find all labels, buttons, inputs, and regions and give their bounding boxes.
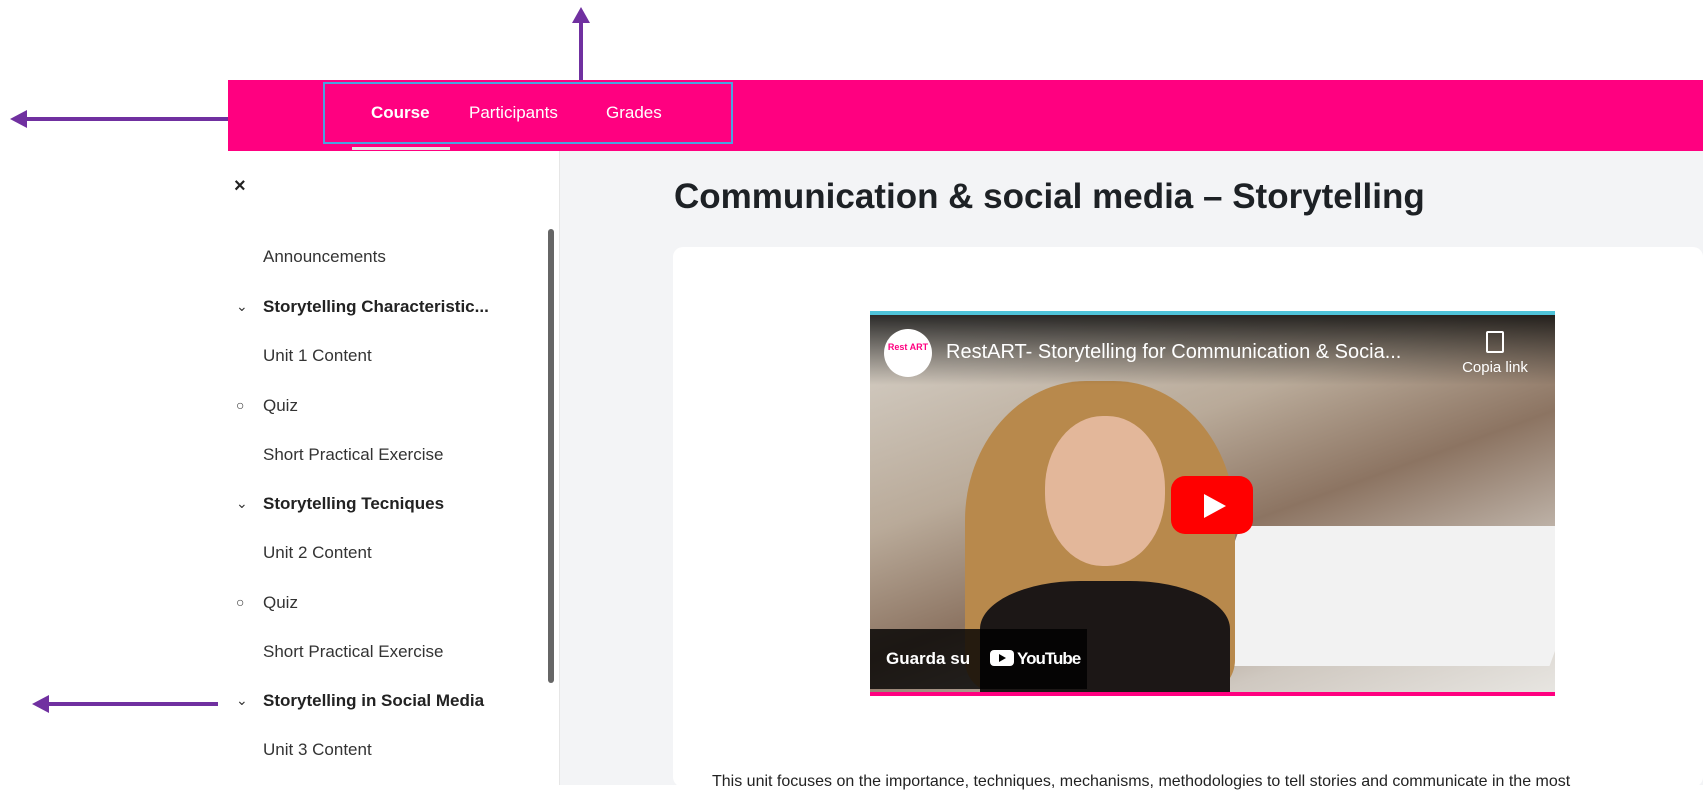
sidebar-item-quiz-1[interactable]: Quiz xyxy=(263,396,298,416)
youtube-play-icon xyxy=(990,650,1014,666)
channel-logo[interactable]: Rest ART xyxy=(884,329,932,377)
sidebar-section-storytelling-techniques[interactable]: Storytelling Tecniques xyxy=(263,494,444,514)
video-bottom-border xyxy=(870,692,1555,696)
chevron-down-icon[interactable]: ⌄ xyxy=(236,495,248,512)
video-scene-table xyxy=(1189,526,1555,666)
sidebar-item-unit-2-content[interactable]: Unit 2 Content xyxy=(263,543,372,563)
sidebar-item-announcements[interactable]: Announcements xyxy=(263,247,386,267)
sidebar-section-storytelling-in-social-media[interactable]: Storytelling in Social Media xyxy=(263,691,484,711)
youtube-logo: YouTube xyxy=(990,649,1081,669)
circle-icon: ○ xyxy=(236,594,245,610)
chevron-down-icon[interactable]: ⌄ xyxy=(236,298,248,315)
play-button[interactable] xyxy=(1171,476,1253,534)
sidebar-item-unit-3-content[interactable]: Unit 3 Content xyxy=(263,740,372,760)
sidebar-item-unit-1-content[interactable]: Unit 1 Content xyxy=(263,346,372,366)
watch-on-label: Guarda su xyxy=(886,649,971,668)
tab-grades[interactable]: Grades xyxy=(606,103,662,123)
tab-participants[interactable]: Participants xyxy=(469,103,558,123)
page-title: Communication & social media – Storytell… xyxy=(674,177,1425,216)
chevron-down-icon[interactable]: ⌄ xyxy=(236,692,248,709)
sidebar-scrollbar[interactable] xyxy=(548,229,554,683)
tab-course[interactable]: Course xyxy=(371,103,430,123)
sidebar-item-short-practical-exercise-1[interactable]: Short Practical Exercise xyxy=(263,445,443,465)
sidebar-section-storytelling-characteristics[interactable]: Storytelling Characteristic... xyxy=(263,297,489,317)
video-title[interactable]: RestART- Storytelling for Communication … xyxy=(946,341,1401,364)
top-navbar: Course Participants Grades xyxy=(228,80,1703,151)
copy-icon xyxy=(1486,331,1504,353)
copy-link-label: Copia link xyxy=(1462,359,1528,376)
video-scene-face xyxy=(1045,416,1165,566)
watch-on-youtube-button[interactable]: Guarda su YouTube xyxy=(870,629,1087,689)
course-index-sidebar: × Announcements ⌄ Storytelling Character… xyxy=(228,151,560,785)
youtube-video-player[interactable]: Rest ART RestART- Storytelling for Commu… xyxy=(870,311,1555,696)
video-top-border xyxy=(870,311,1555,315)
active-tab-indicator xyxy=(352,147,450,150)
copy-link-button[interactable]: Copia link xyxy=(1450,331,1540,376)
unit-description: This unit focuses on the importance, tec… xyxy=(712,773,1571,790)
sidebar-item-short-practical-exercise-2[interactable]: Short Practical Exercise xyxy=(263,642,443,662)
close-icon[interactable]: × xyxy=(234,175,246,198)
sidebar-item-quiz-2[interactable]: Quiz xyxy=(263,593,298,613)
circle-icon: ○ xyxy=(236,397,245,413)
main-content: Communication & social media – Storytell… xyxy=(560,151,1703,790)
